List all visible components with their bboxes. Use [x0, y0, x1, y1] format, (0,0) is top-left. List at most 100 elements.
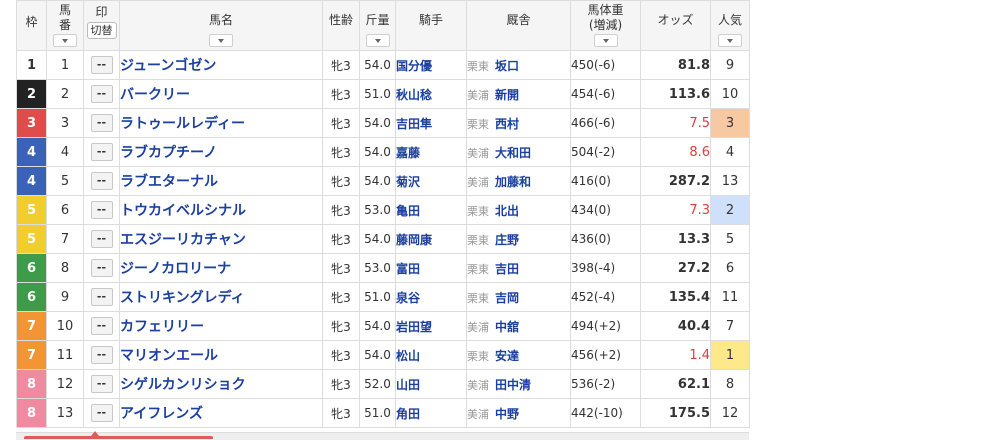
mark-switch-button[interactable]: 切替 [86, 22, 117, 39]
trainer-link[interactable]: 加藤和 [495, 175, 531, 189]
trainer-link[interactable]: 吉田 [495, 262, 519, 276]
jockey-link[interactable]: 角田 [396, 407, 420, 421]
kinryo-cell: 54.0 [359, 311, 396, 341]
horse-name-link[interactable]: バークリー [120, 87, 190, 103]
jockey-link[interactable]: 富田 [396, 262, 420, 276]
horse-name-cell: ラトゥールレディー [119, 108, 323, 138]
trainer-region-label: 美浦 [467, 88, 489, 102]
horse-name-link[interactable]: シゲルカンリショク [120, 377, 246, 393]
horse-name-link[interactable]: ラトゥールレディー [120, 116, 245, 132]
weight-cell: 536(-2) [570, 369, 641, 399]
jockey-link[interactable]: 山田 [396, 378, 420, 392]
waku-cell: 7 [16, 340, 47, 370]
mark-select-button[interactable]: -- [90, 172, 113, 190]
header-jockey: 騎手 [395, 0, 467, 51]
jockey-link[interactable]: 藤岡康 [396, 233, 432, 247]
trainer-link[interactable]: 安達 [495, 349, 519, 363]
umaban-cell: 3 [46, 108, 84, 138]
sort-name-button[interactable] [209, 34, 233, 47]
trainer-link[interactable]: 坂口 [495, 59, 519, 73]
trainer-link[interactable]: 西村 [495, 117, 519, 131]
jockey-link[interactable]: 秋山稔 [396, 88, 432, 102]
mark-cell: -- [83, 340, 120, 370]
jockey-link[interactable]: 嘉藤 [396, 146, 420, 160]
trainer-region-label: 美浦 [467, 320, 489, 334]
horse-name-cell: ジューンゴゼン [119, 50, 323, 80]
trainer-link[interactable]: 吉岡 [495, 291, 519, 305]
mark-select-button[interactable]: -- [90, 288, 113, 306]
mark-select-button[interactable]: -- [90, 375, 113, 393]
horse-name-link[interactable]: マリオンエール [120, 348, 218, 364]
trainer-region-label: 栗東 [467, 262, 489, 276]
mark-select-button[interactable]: -- [90, 56, 113, 74]
jockey-link[interactable]: 泉谷 [396, 291, 420, 305]
jockey-cell: 泉谷 [395, 282, 467, 312]
jockey-cell: 富田 [395, 253, 467, 283]
odds-cell: 135.4 [640, 282, 711, 312]
weight-cell: 504(-2) [570, 137, 641, 167]
trainer-link[interactable]: 中野 [495, 407, 519, 421]
jockey-link[interactable]: 松山 [396, 349, 420, 363]
kinryo-cell: 54.0 [359, 50, 396, 80]
trainer-link[interactable]: 北出 [495, 204, 519, 218]
mark-select-button[interactable]: -- [90, 404, 113, 422]
horse-name-link[interactable]: ストリキングレディ [120, 290, 245, 306]
horse-name-cell: カフェリリー [119, 311, 323, 341]
popularity-cell: 13 [710, 166, 750, 196]
umaban-cell: 8 [46, 253, 84, 283]
jockey-link[interactable]: 吉田隼 [396, 117, 432, 131]
mark-select-button[interactable]: -- [90, 114, 113, 132]
weight-cell: 494(+2) [570, 311, 641, 341]
jockey-link[interactable]: 国分優 [396, 59, 432, 73]
trainer-link[interactable]: 田中清 [495, 378, 531, 392]
trainer-link[interactable]: 大和田 [495, 146, 531, 160]
sort-weight-button[interactable] [593, 34, 618, 47]
umaban-cell: 2 [46, 79, 84, 109]
trainer-cell: 美浦 新開 [466, 79, 571, 109]
kinryo-cell: 54.0 [359, 137, 396, 167]
sort-kinryo-button[interactable] [365, 34, 390, 47]
header-pop: 人気 [710, 0, 750, 51]
waku-cell: 6 [16, 253, 47, 283]
trainer-link[interactable]: 庄野 [495, 233, 519, 247]
jockey-cell: 菊沢 [395, 166, 467, 196]
mark-select-button[interactable]: -- [90, 317, 113, 335]
sort-pop-button[interactable] [718, 34, 742, 47]
horse-name-link[interactable]: ラブエターナル [120, 174, 218, 190]
trainer-region-label: 栗東 [467, 349, 489, 363]
mark-select-button[interactable]: -- [90, 143, 113, 161]
trainer-cell: 栗東 庄野 [466, 224, 571, 254]
header-mark-label: 印 [95, 5, 108, 19]
horse-name-link[interactable]: カフェリリー [120, 319, 204, 335]
jockey-cell: 山田 [395, 369, 467, 399]
popularity-cell: 6 [710, 253, 750, 283]
horse-name-link[interactable]: エスジーリカチャン [120, 232, 246, 248]
umaban-cell: 13 [46, 398, 84, 428]
horse-name-link[interactable]: アイフレンズ [120, 406, 203, 422]
mark-select-button[interactable]: -- [90, 85, 113, 103]
horse-name-link[interactable]: ジーノカロリーナ [120, 261, 231, 277]
sexage-cell: 牝3 [322, 282, 360, 312]
horse-name-link[interactable]: ジューンゴゼン [120, 58, 216, 74]
sexage-cell: 牝3 [322, 79, 360, 109]
jockey-link[interactable]: 菊沢 [396, 175, 420, 189]
mark-select-button[interactable]: -- [90, 259, 113, 277]
horse-name-link[interactable]: トウカイベルシナル [120, 203, 246, 219]
jockey-link[interactable]: 亀田 [396, 204, 420, 218]
mark-select-button[interactable]: -- [90, 346, 113, 364]
horse-name-link[interactable]: ラブカプチーノ [120, 145, 217, 161]
mark-select-button[interactable]: -- [90, 230, 113, 248]
jockey-link[interactable]: 岩田望 [396, 320, 432, 334]
trainer-link[interactable]: 中舘 [495, 320, 519, 334]
mark-cell: -- [83, 311, 120, 341]
weight-cell: 416(0) [570, 166, 641, 196]
weight-cell: 452(-4) [570, 282, 641, 312]
odds-cell: 27.2 [640, 253, 711, 283]
trainer-cell: 美浦 中舘 [466, 311, 571, 341]
trainer-link[interactable]: 新開 [495, 88, 519, 102]
sort-umaban-button[interactable] [53, 34, 77, 47]
kinryo-cell: 54.0 [359, 108, 396, 138]
table-row: 1 1 -- ジューンゴゼン 牝3 54.0 国分優 栗東 坂口 450(-6) 81.8 9 [16, 50, 750, 80]
mark-select-button[interactable]: -- [90, 201, 113, 219]
waku-cell: 7 [16, 311, 47, 341]
